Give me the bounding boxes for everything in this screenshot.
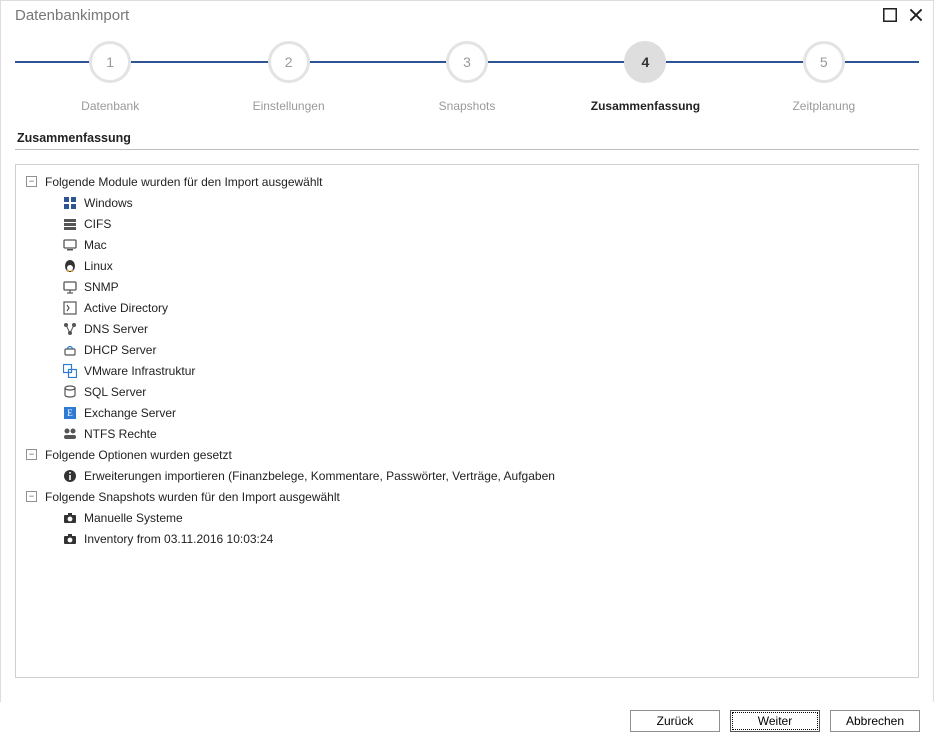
group-header[interactable]: − Folgende Optionen wurden gesetzt [20, 444, 914, 465]
window-controls [883, 8, 923, 22]
close-icon[interactable] [909, 8, 923, 22]
step-label: Zeitplanung [792, 99, 855, 113]
step-number: 4 [624, 41, 666, 83]
list-item[interactable]: CIFS [20, 213, 914, 234]
dns-icon [62, 321, 78, 337]
list-item[interactable]: Windows [20, 192, 914, 213]
item-label: Inventory from 03.11.2016 10:03:24 [84, 532, 273, 546]
item-label: Exchange Server [84, 406, 176, 420]
sql-icon [62, 384, 78, 400]
item-label: NTFS Rechte [84, 427, 157, 441]
step-number: 3 [446, 41, 488, 83]
step-label: Snapshots [439, 99, 496, 113]
cancel-button[interactable]: Abbrechen [830, 710, 920, 732]
item-label: VMware Infrastruktur [84, 364, 195, 378]
window-title: Datenbankimport [15, 7, 129, 24]
step-zusammenfassung[interactable]: 4 Zusammenfassung [556, 41, 734, 113]
group-modules: − Folgende Module wurden für den Import … [20, 171, 914, 444]
camera-icon [62, 510, 78, 526]
step-datenbank[interactable]: 1 Datenbank [21, 41, 199, 113]
maximize-icon[interactable] [883, 8, 897, 22]
info-icon [62, 468, 78, 484]
list-item[interactable]: Linux [20, 255, 914, 276]
step-snapshots[interactable]: 3 Snapshots [378, 41, 556, 113]
exchange-icon: E [62, 405, 78, 421]
item-label: SNMP [84, 280, 119, 294]
step-label: Zusammenfassung [591, 99, 700, 113]
stepper: 1 Datenbank 2 Einstellungen 3 Snapshots … [1, 29, 933, 113]
section-title: Zusammenfassung [15, 131, 919, 150]
list-item[interactable]: Mac [20, 234, 914, 255]
item-label: Manuelle Systeme [84, 511, 183, 525]
item-label: Erweiterungen importieren (Finanzbelege,… [84, 469, 555, 483]
footer: Zurück Weiter Abbrechen [0, 702, 934, 742]
list-item[interactable]: DHCP Server [20, 339, 914, 360]
list-item[interactable]: Erweiterungen importieren (Finanzbelege,… [20, 465, 914, 486]
item-label: Linux [84, 259, 113, 273]
list-item[interactable]: Inventory from 03.11.2016 10:03:24 [20, 528, 914, 549]
cifs-icon [62, 216, 78, 232]
mac-icon [62, 237, 78, 253]
collapse-icon[interactable]: − [26, 491, 37, 502]
step-label: Einstellungen [253, 99, 325, 113]
summary-tree[interactable]: − Folgende Module wurden für den Import … [15, 164, 919, 678]
group-label: Folgende Snapshots wurden für den Import… [45, 490, 340, 504]
item-label: DHCP Server [84, 343, 156, 357]
titlebar: Datenbankimport [1, 1, 933, 29]
linux-icon [62, 258, 78, 274]
collapse-icon[interactable]: − [26, 449, 37, 460]
list-item[interactable]: E Exchange Server [20, 402, 914, 423]
list-item[interactable]: VMware Infrastruktur [20, 360, 914, 381]
active-directory-icon [62, 300, 78, 316]
item-label: Mac [84, 238, 107, 252]
svg-text:E: E [67, 408, 73, 418]
snmp-icon [62, 279, 78, 295]
windows-icon [62, 195, 78, 211]
dhcp-icon [62, 342, 78, 358]
step-einstellungen[interactable]: 2 Einstellungen [199, 41, 377, 113]
list-item[interactable]: NTFS Rechte [20, 423, 914, 444]
step-number: 1 [89, 41, 131, 83]
item-label: DNS Server [84, 322, 148, 336]
list-item[interactable]: DNS Server [20, 318, 914, 339]
list-item[interactable]: SNMP [20, 276, 914, 297]
section: Zusammenfassung [1, 113, 933, 154]
vmware-icon [62, 363, 78, 379]
back-button[interactable]: Zurück [630, 710, 720, 732]
list-item[interactable]: Active Directory [20, 297, 914, 318]
group-label: Folgende Optionen wurden gesetzt [45, 448, 232, 462]
item-label: Active Directory [84, 301, 168, 315]
group-header[interactable]: − Folgende Snapshots wurden für den Impo… [20, 486, 914, 507]
step-label: Datenbank [81, 99, 139, 113]
step-number: 2 [268, 41, 310, 83]
item-label: SQL Server [84, 385, 146, 399]
step-zeitplanung[interactable]: 5 Zeitplanung [735, 41, 913, 113]
group-label: Folgende Module wurden für den Import au… [45, 175, 323, 189]
collapse-icon[interactable]: − [26, 176, 37, 187]
item-label: CIFS [84, 217, 111, 231]
group-snapshots: − Folgende Snapshots wurden für den Impo… [20, 486, 914, 549]
group-options: − Folgende Optionen wurden gesetzt Erwei… [20, 444, 914, 486]
list-item[interactable]: Manuelle Systeme [20, 507, 914, 528]
item-label: Windows [84, 196, 133, 210]
step-number: 5 [803, 41, 845, 83]
camera-icon [62, 531, 78, 547]
list-item[interactable]: SQL Server [20, 381, 914, 402]
ntfs-icon [62, 426, 78, 442]
next-button[interactable]: Weiter [730, 710, 820, 732]
group-header[interactable]: − Folgende Module wurden für den Import … [20, 171, 914, 192]
